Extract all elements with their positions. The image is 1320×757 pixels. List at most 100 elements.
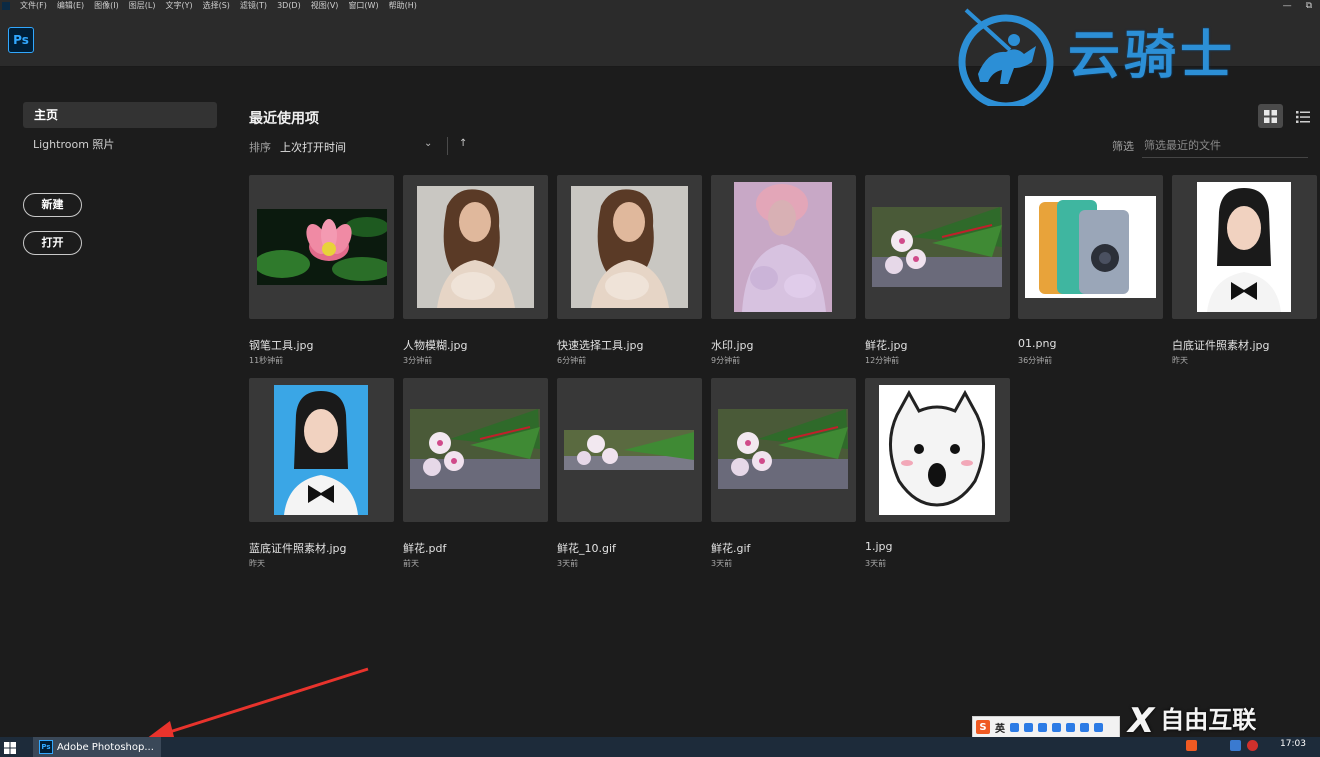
file-time: 3分钟前 [403,356,433,365]
filter-label: 筛选 [1112,140,1134,153]
file-name[interactable]: 鲜花.pdf [403,540,446,556]
thumbnail-id-photo-blue [274,385,368,515]
file-name[interactable]: 蓝底证件照素材.jpg [249,540,347,556]
punctuation-icon[interactable] [1010,722,1019,732]
menu-3d[interactable]: 3D(D) [272,0,306,12]
emoji-icon[interactable] [1024,722,1033,732]
microphone-icon[interactable] [1038,722,1047,732]
file-card[interactable] [557,175,702,319]
watermark-text: 云骑士 [1068,26,1237,86]
watermark-bottom-text: 自由互联 [1160,706,1257,734]
new-button[interactable]: 新建 [23,193,82,217]
file-card[interactable] [403,378,548,522]
sogou-icon[interactable]: S [976,720,990,734]
file-card[interactable] [711,175,856,319]
file-card[interactable] [1172,175,1317,319]
grid-view-icon[interactable] [1258,104,1283,128]
file-card[interactable] [865,378,1010,522]
menu-layer[interactable]: 图层(L) [124,0,161,12]
watermark-bottom: X 自由互联 [1128,700,1256,741]
sort-label: 排序 [249,141,271,154]
minimize-button[interactable]: — [1283,1,1292,11]
user-icon[interactable] [1066,722,1075,732]
file-time: 3天前 [557,559,579,568]
file-card[interactable] [249,378,394,522]
page-title: 最近使用项 [249,111,319,127]
menu-edit[interactable]: 编辑(E) [52,0,89,12]
red-arrow-annotation [146,667,369,739]
sogou-tray-icon[interactable] [1186,740,1197,751]
file-name[interactable]: 钢笔工具.jpg [249,337,314,353]
file-time: 3天前 [711,559,733,568]
menu-filter[interactable]: 滤镜(T) [235,0,272,12]
windows-start-icon[interactable] [4,742,16,754]
menu-bar: 文件(F) 编辑(E) 图像(I) 图层(L) 文字(Y) 选择(S) 滤镜(T… [0,0,1320,12]
sort-dropdown[interactable]: 上次打开时间 [280,139,346,155]
file-name[interactable]: 鲜花.jpg [865,337,908,353]
file-time: 昨天 [249,559,265,568]
file-card[interactable] [711,378,856,522]
menu-help[interactable]: 帮助(H) [384,0,422,12]
thumbnail-id-photo-white [1197,182,1291,312]
restore-button[interactable]: ⧉ [1306,1,1312,11]
file-time: 3天前 [865,559,887,568]
toolbox-icon[interactable] [1094,722,1103,732]
menu-view[interactable]: 视图(V) [306,0,344,12]
file-name[interactable]: 快速选择工具.jpg [557,337,644,353]
skin-icon[interactable] [1080,722,1089,732]
file-time: 12分钟前 [865,356,900,365]
menu-select[interactable]: 选择(S) [198,0,235,12]
taskbar [0,737,1320,757]
file-time: 9分钟前 [711,356,741,365]
menu-type[interactable]: 文字(Y) [160,0,197,12]
file-name[interactable]: 1.jpg [865,540,893,553]
ime-language[interactable]: 英 [995,720,1005,735]
menu-window[interactable]: 窗口(W) [343,0,383,12]
menu-image[interactable]: 图像(I) [89,0,124,12]
file-name[interactable]: 人物模糊.jpg [403,337,468,353]
network-icon[interactable] [1230,740,1241,751]
sidebar-item-home[interactable]: 主页 [23,102,217,128]
list-view-icon[interactable] [1292,106,1314,128]
file-name[interactable]: 白底证件照素材.jpg [1172,337,1270,353]
photoshop-icon: Ps [39,740,53,754]
taskbar-app-label: Adobe Photoshop... [57,741,154,753]
keyboard-icon[interactable] [1052,722,1061,732]
file-card[interactable] [865,175,1010,319]
knight-logo-icon [958,8,1054,106]
file-name[interactable]: 鲜花.gif [711,540,750,556]
file-card[interactable] [403,175,548,319]
file-card[interactable] [557,378,702,522]
thumbnail-flower [718,409,848,489]
open-button[interactable]: 打开 [23,231,82,255]
thumbnail-flower [872,207,1002,287]
sort-direction-icon[interactable]: ↑ [459,138,467,149]
thumbnail-portrait [571,186,688,308]
ime-toolbar[interactable]: S 英 [972,716,1120,738]
thumbnail-portrait [417,186,534,308]
thumbnail-flower-strip [564,430,694,470]
file-card[interactable] [1018,175,1163,319]
sidebar-item-lightroom[interactable]: Lightroom 照片 [33,137,114,153]
thumbnail-phones [1025,196,1156,298]
x-logo-icon: X [1128,701,1155,741]
menu-file[interactable]: 文件(F) [15,0,52,12]
chevron-down-icon[interactable]: ⌄ [424,138,432,149]
file-time: 6分钟前 [557,356,587,365]
taskbar-clock[interactable]: 17:03 [1280,739,1306,749]
file-time: 前天 [403,559,419,568]
file-name[interactable]: 水印.jpg [711,337,754,353]
taskbar-photoshop-button[interactable]: Ps Adobe Photoshop... [33,737,161,757]
file-name[interactable]: 01.png [1018,337,1056,350]
file-time: 昨天 [1172,356,1188,365]
file-card[interactable] [249,175,394,319]
photoshop-logo[interactable]: Ps [8,27,34,53]
file-name[interactable]: 鲜花_10.gif [557,540,616,556]
divider [447,137,448,155]
app-icon [2,2,10,10]
record-icon[interactable] [1247,740,1258,751]
thumbnail-watermark-portrait [734,182,832,312]
filter-input[interactable] [1142,134,1308,158]
file-time: 36分钟前 [1018,356,1053,365]
thumbnail-meme-face [879,385,995,515]
